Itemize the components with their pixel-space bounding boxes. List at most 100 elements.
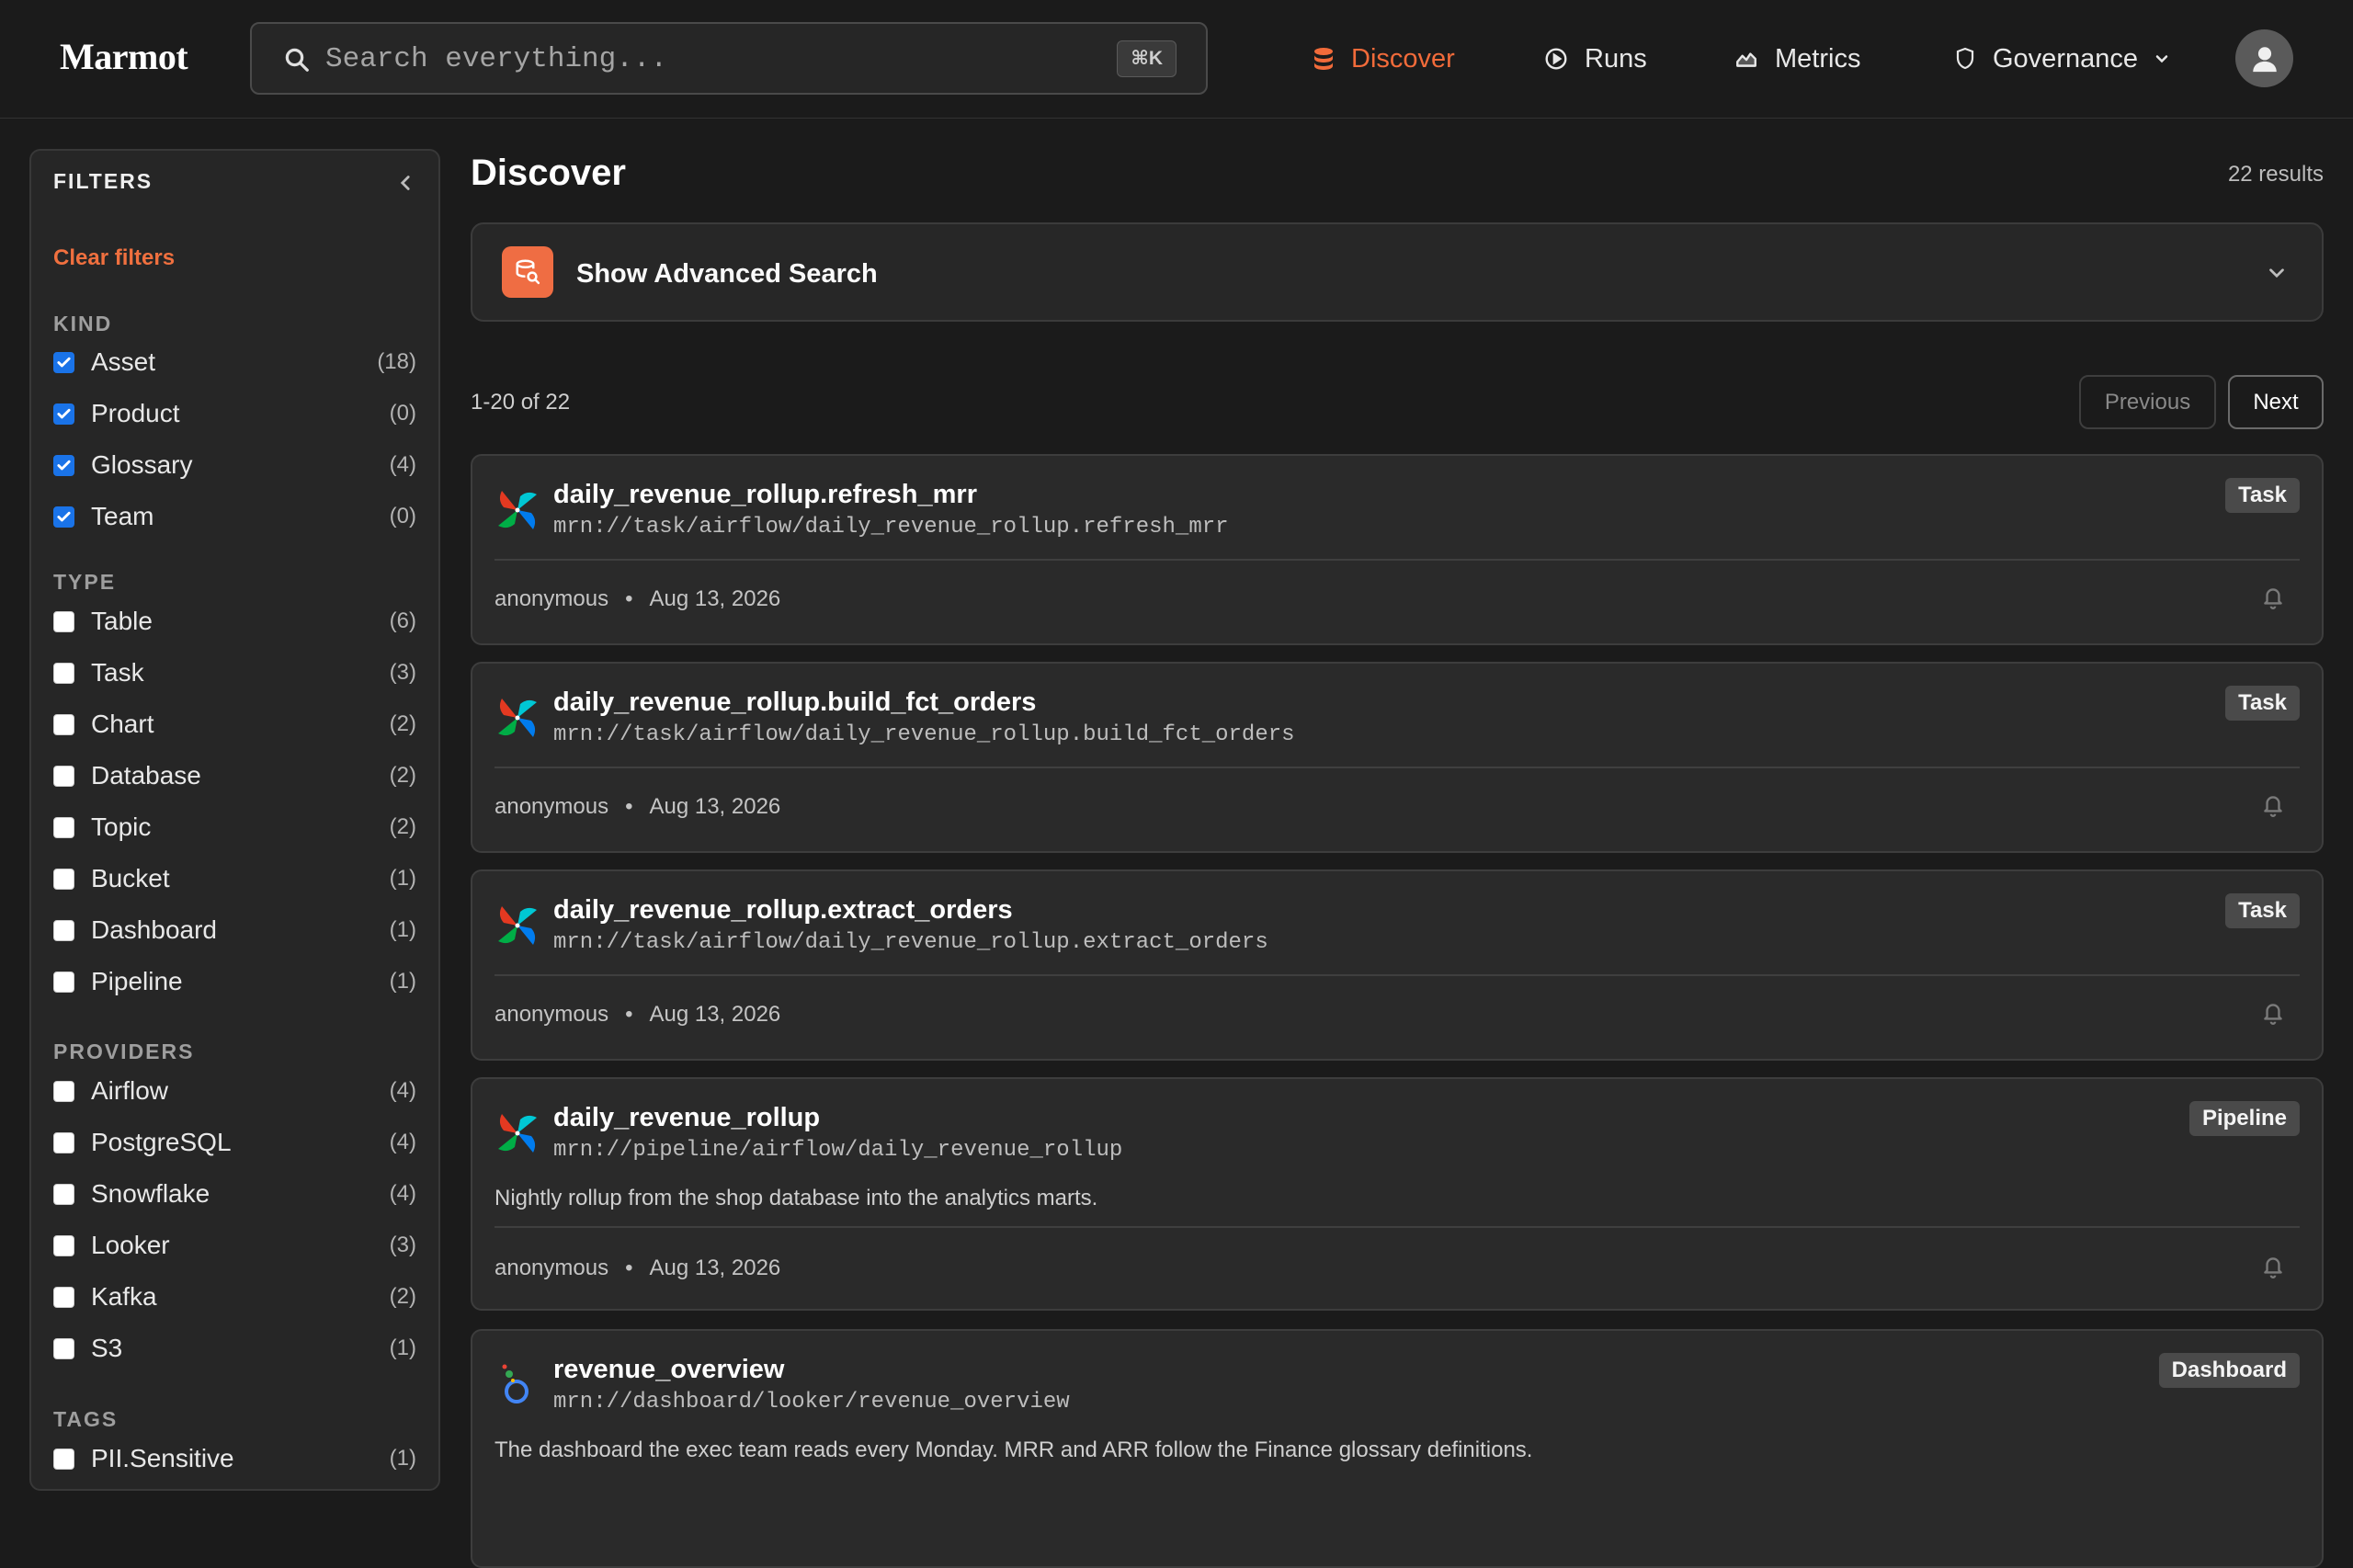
filter-option-count: (2) [389, 763, 416, 788]
filter-option-count: (18) [377, 349, 416, 374]
filter-checkbox[interactable] [53, 1234, 74, 1256]
filter-checkbox[interactable] [53, 971, 74, 993]
search-input[interactable] [325, 40, 1061, 77]
bell-icon [2264, 1004, 2282, 1025]
separator-dot: • [625, 794, 633, 819]
filter-option-postgresql[interactable]: PostgreSQL (4) [53, 1124, 416, 1161]
checkmark-icon [57, 511, 71, 521]
filter-checkbox[interactable] [53, 868, 74, 890]
filter-option-team[interactable]: Team (0) [53, 498, 416, 535]
filter-checkbox[interactable] [53, 1448, 74, 1470]
result-mrn: mrn://task/airflow/daily_revenue_rollup.… [553, 722, 1295, 747]
filter-option-label: Database [91, 761, 201, 790]
result-owner: anonymous [494, 794, 609, 819]
nav-governance[interactable]: Governance [1954, 39, 2171, 79]
nav-runs[interactable]: Runs [1544, 39, 1647, 79]
subscribe-button[interactable] [2261, 792, 2285, 823]
next-page-button[interactable]: Next [2228, 375, 2324, 429]
type-badge: Task [2225, 893, 2300, 928]
filter-checkbox[interactable] [53, 1286, 74, 1308]
type-badge: Dashboard [2158, 1353, 2300, 1388]
filter-checkbox[interactable] [53, 919, 74, 941]
result-card[interactable]: daily_revenue_rollup mrn://pipeline/airfl… [471, 1077, 2324, 1311]
filter-option-snowflake[interactable]: Snowflake (4) [53, 1176, 416, 1212]
filter-checkbox[interactable] [53, 816, 74, 838]
result-title[interactable]: revenue_overview [553, 1355, 784, 1385]
filter-option-label: PII.Sensitive [91, 1444, 234, 1472]
checkmark-icon [57, 408, 71, 418]
filter-option-task[interactable]: Task (3) [53, 654, 416, 691]
filter-checkbox[interactable] [53, 713, 74, 735]
looker-icon [502, 1364, 529, 1403]
subscribe-button[interactable] [2261, 1254, 2285, 1284]
filter-checkbox[interactable] [53, 454, 74, 476]
clear-filters-link[interactable]: Clear filters [53, 245, 175, 271]
app-logo[interactable]: Marmot [60, 35, 188, 78]
user-avatar[interactable] [2235, 29, 2293, 87]
filter-checkbox[interactable] [53, 765, 74, 787]
filter-option-pii-sensitive[interactable]: PII.Sensitive (1) [53, 1440, 416, 1477]
filter-option-count: (0) [389, 401, 416, 426]
filter-option-airflow[interactable]: Airflow (4) [53, 1073, 416, 1109]
user-icon [2252, 46, 2277, 72]
global-search-box[interactable]: ⌘K [250, 22, 1208, 95]
filters-title: FILTERS [53, 169, 153, 193]
filter-checkbox[interactable] [53, 662, 74, 684]
result-meta: anonymous • Aug 13, 2026 [494, 794, 780, 820]
filter-checkbox[interactable] [53, 1337, 74, 1359]
subscribe-button[interactable] [2261, 1000, 2285, 1030]
result-date: Aug 13, 2026 [649, 586, 781, 611]
airflow-icon [498, 699, 537, 737]
filter-option-label: Looker [91, 1231, 170, 1259]
nav-metrics[interactable]: Metrics [1734, 39, 1860, 79]
result-card[interactable]: daily_revenue_rollup.extract_orders mrn:/… [471, 869, 2324, 1061]
filter-checkbox[interactable] [53, 1131, 74, 1153]
filter-option-chart[interactable]: Chart (2) [53, 706, 416, 743]
filter-option-bucket[interactable]: Bucket (1) [53, 860, 416, 897]
result-card[interactable]: revenue_overview mrn://dashboard/looker/r… [471, 1329, 2324, 1568]
result-card[interactable]: daily_revenue_rollup.refresh_mrr mrn://ta… [471, 454, 2324, 645]
filter-option-table[interactable]: Table (6) [53, 603, 416, 640]
filter-checkbox[interactable] [53, 403, 74, 425]
card-divider [494, 1226, 2300, 1228]
filter-option-s3[interactable]: S3 (1) [53, 1330, 416, 1367]
filter-checkbox[interactable] [53, 1080, 74, 1102]
filter-option-asset[interactable]: Asset (18) [53, 344, 416, 381]
filter-option-kafka[interactable]: Kafka (2) [53, 1278, 416, 1315]
type-badge: Pipeline [2188, 1101, 2300, 1136]
filter-option-product[interactable]: Product (0) [53, 395, 416, 432]
result-mrn: mrn://task/airflow/daily_revenue_rollup.… [553, 930, 1268, 955]
result-title[interactable]: daily_revenue_rollup [553, 1103, 820, 1133]
collapse-sidebar-icon[interactable] [393, 171, 417, 195]
result-title[interactable]: daily_revenue_rollup.extract_orders [553, 895, 1013, 926]
result-card[interactable]: daily_revenue_rollup.build_fct_ordersmrn… [471, 662, 2324, 853]
previous-page-button[interactable]: Previous [2079, 375, 2216, 429]
result-title[interactable]: daily_revenue_rollup.refresh_mrr [553, 480, 977, 510]
filter-option-label: Table [91, 607, 153, 635]
filter-option-dashboard[interactable]: Dashboard (1) [53, 912, 416, 949]
nav-discover[interactable]: Discover [1313, 39, 1455, 79]
filter-option-label: Product [91, 399, 180, 427]
filter-option-label: Topic [91, 812, 152, 841]
bell-icon [2264, 796, 2282, 817]
search-icon [285, 48, 309, 72]
nav-governance-label: Governance [1993, 43, 2138, 74]
filter-option-label: Team [91, 502, 154, 530]
filter-checkbox[interactable] [53, 351, 74, 373]
subscribe-button[interactable] [2261, 585, 2285, 615]
filter-option-label: Snowflake [91, 1179, 210, 1208]
airflow-icon [498, 1114, 537, 1153]
filter-option-count: (4) [389, 1078, 416, 1103]
filter-option-topic[interactable]: Topic (2) [53, 809, 416, 846]
filter-option-pipeline[interactable]: Pipeline (1) [53, 963, 416, 1000]
card-divider [494, 559, 2300, 561]
filter-checkbox[interactable] [53, 610, 74, 632]
filter-checkbox[interactable] [53, 1183, 74, 1205]
filter-option-database[interactable]: Database (2) [53, 757, 416, 794]
filter-checkbox[interactable] [53, 506, 74, 528]
filter-option-glossary[interactable]: Glossary (4) [53, 447, 416, 483]
filter-option-looker[interactable]: Looker (3) [53, 1227, 416, 1264]
results-count: 22 results [2227, 162, 2324, 187]
advanced-search-toggle[interactable]: Show Advanced Search [471, 222, 2324, 322]
result-title[interactable]: daily_revenue_rollup.build_fct_orders [553, 687, 1036, 718]
